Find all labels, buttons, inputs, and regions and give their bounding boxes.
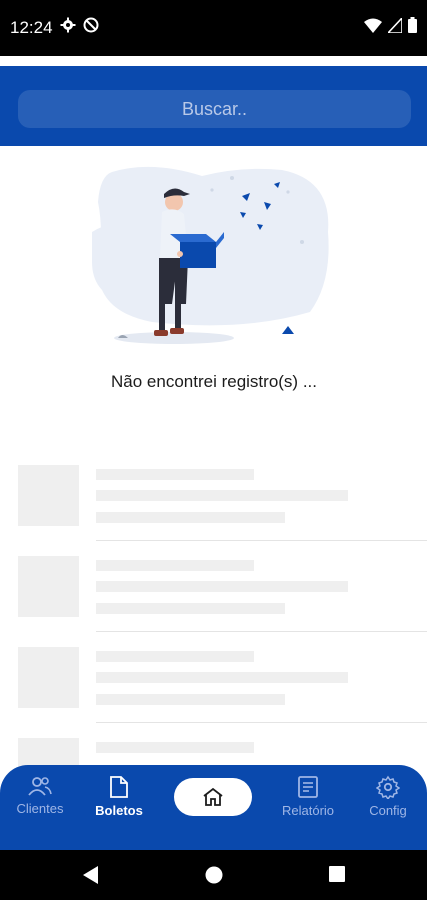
skeleton-line — [96, 651, 254, 662]
skeleton-line — [96, 490, 348, 501]
skeleton-thumbnail — [18, 465, 79, 526]
skeleton-line — [96, 694, 285, 705]
skeleton-line — [96, 742, 254, 753]
wifi-icon — [364, 18, 382, 33]
skeleton-line — [96, 512, 285, 523]
skeleton-line — [96, 603, 285, 614]
search-input[interactable] — [18, 90, 411, 128]
nav-label: Boletos — [95, 803, 143, 818]
document-icon — [110, 776, 128, 798]
empty-state-illustration — [92, 166, 329, 344]
battery-icon — [408, 17, 417, 33]
divider — [96, 631, 427, 632]
divider — [96, 722, 427, 723]
users-icon — [28, 777, 52, 796]
skeleton-thumbnail — [18, 647, 79, 708]
skeleton-line — [96, 560, 254, 571]
back-icon[interactable] — [81, 865, 99, 885]
list-item — [0, 647, 427, 738]
list-item — [0, 556, 427, 647]
app-header — [0, 66, 427, 146]
nav-relatorio[interactable]: Relatório — [273, 775, 343, 818]
home-icon — [203, 787, 223, 806]
nav-config[interactable]: Config — [353, 775, 423, 818]
skeleton-line — [96, 672, 348, 683]
nav-boletos[interactable]: Boletos — [84, 775, 154, 818]
system-nav-bar — [0, 850, 427, 900]
skeleton-line — [96, 469, 254, 480]
status-time: 12:24 — [10, 18, 53, 37]
status-bar: 12:24 — [0, 0, 427, 56]
skeleton-thumbnail — [18, 556, 79, 617]
skeleton-line — [96, 581, 348, 592]
divider — [96, 540, 427, 541]
empty-state-message: Não encontrei registro(s) ... — [111, 372, 317, 391]
bottom-nav: Clientes Boletos Relatório Config — [0, 765, 427, 850]
nav-label: Relatório — [281, 803, 335, 818]
nav-label: Config — [369, 803, 407, 818]
nav-clientes[interactable]: Clientes — [5, 775, 75, 816]
gear-icon — [376, 775, 400, 799]
signal-icon — [388, 17, 402, 33]
nav-home[interactable] — [174, 778, 252, 816]
recents-icon[interactable] — [328, 865, 346, 883]
settings-status-icon — [60, 17, 76, 33]
home-system-icon[interactable] — [204, 865, 224, 885]
dnd-status-icon — [83, 17, 99, 33]
list-item — [0, 465, 427, 556]
report-icon — [298, 776, 318, 798]
nav-label: Clientes — [16, 801, 64, 816]
